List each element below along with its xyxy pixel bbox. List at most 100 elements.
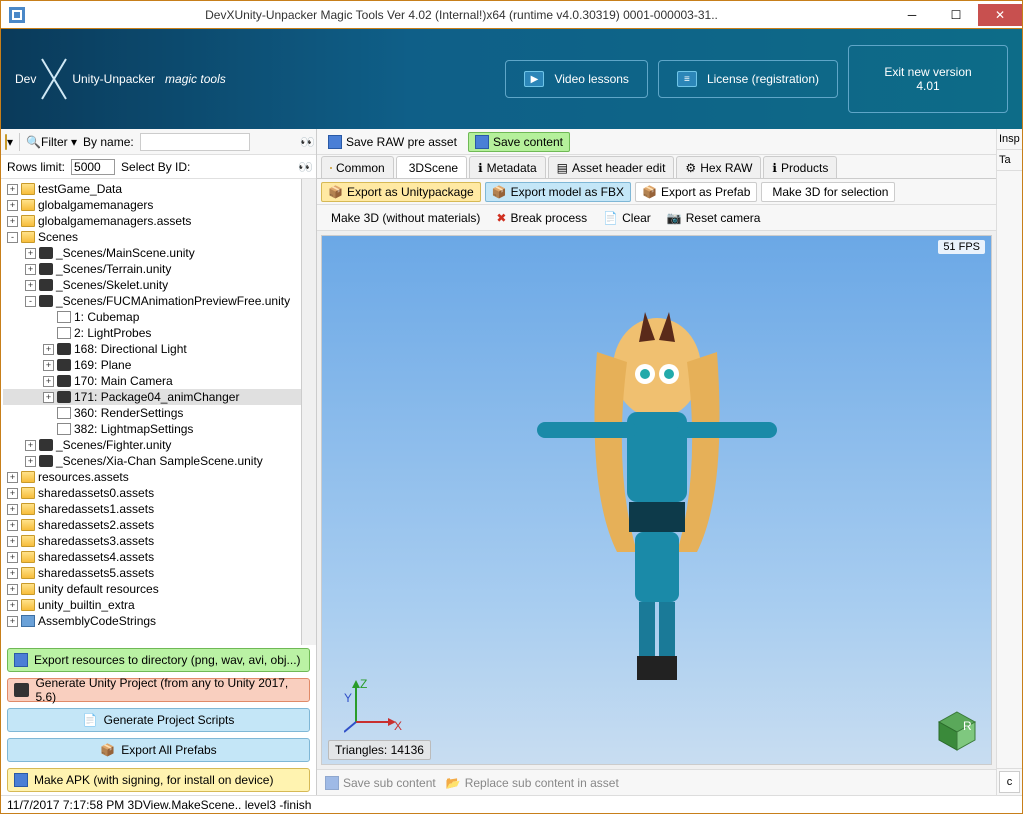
- tree-toggle[interactable]: +: [43, 392, 54, 403]
- export-resources-button[interactable]: Export resources to directory (png, wav,…: [7, 648, 310, 672]
- tree-node[interactable]: +sharedassets1.assets: [3, 501, 302, 517]
- make-apk-label: Make APK (with signing, for install on d…: [34, 773, 273, 787]
- tree-toggle[interactable]: +: [25, 280, 36, 291]
- tab-hex-raw[interactable]: ⚙Hex RAW: [676, 156, 761, 178]
- generate-unity-project-button[interactable]: Generate Unity Project (from any to Unit…: [7, 678, 310, 702]
- export-unitypackage-button[interactable]: 📦Export as Unitypackage: [321, 182, 481, 202]
- tree-node[interactable]: +testGame_Data: [3, 181, 302, 197]
- inspector-tab[interactable]: Insp: [997, 129, 1022, 150]
- ta-tab[interactable]: Ta: [997, 150, 1022, 171]
- tree-node[interactable]: +sharedassets3.assets: [3, 533, 302, 549]
- tree-node[interactable]: +168: Directional Light: [3, 341, 302, 357]
- maximize-button[interactable]: ☐: [934, 4, 978, 26]
- tree-node[interactable]: +_Scenes/Skelet.unity: [3, 277, 302, 293]
- tree-node[interactable]: 1: Cubemap: [3, 309, 302, 325]
- clear-button[interactable]: 📄Clear: [597, 208, 657, 228]
- filter-dropdown[interactable]: 🔍Filter ▾: [26, 135, 77, 149]
- tab-products[interactable]: ℹProducts: [763, 156, 837, 178]
- save-sub-content-button[interactable]: Save sub content: [325, 776, 436, 790]
- tree-toggle[interactable]: +: [43, 360, 54, 371]
- tree-node[interactable]: +unity_builtin_extra: [3, 597, 302, 613]
- tree-toggle[interactable]: +: [7, 616, 18, 627]
- tree-toggle[interactable]: +: [7, 536, 18, 547]
- tree-toggle[interactable]: +: [7, 552, 18, 563]
- tree-node[interactable]: +sharedassets0.assets: [3, 485, 302, 501]
- new-version-label: Exit new version: [884, 65, 971, 79]
- export-fbx-button[interactable]: 📦Export model as FBX: [485, 182, 631, 202]
- save-content-button[interactable]: Save content: [468, 132, 570, 152]
- generate-scripts-button[interactable]: 📄 Generate Project Scripts: [7, 708, 310, 732]
- tree-node[interactable]: +sharedassets5.assets: [3, 565, 302, 581]
- tab-common[interactable]: Common: [321, 156, 394, 178]
- tree-node[interactable]: -_Scenes/FUCMAnimationPreviewFree.unity: [3, 293, 302, 309]
- doc-icon: [57, 327, 71, 339]
- tree-node[interactable]: +170: Main Camera: [3, 373, 302, 389]
- tab-metadata[interactable]: ℹMetadata: [469, 156, 546, 178]
- close-button[interactable]: ✕: [978, 4, 1022, 26]
- tree-node[interactable]: +169: Plane: [3, 357, 302, 373]
- new-version-button[interactable]: Exit new version 4.01: [848, 45, 1008, 113]
- save-icon: [328, 135, 342, 149]
- tree-toggle[interactable]: +: [25, 456, 36, 467]
- tree-toggle[interactable]: +: [43, 344, 54, 355]
- make-3d-selection-button[interactable]: Make 3D for selection: [761, 182, 895, 202]
- search-icon[interactable]: 👀: [300, 135, 312, 149]
- tree-toggle[interactable]: +: [7, 600, 18, 611]
- make-3d-nomaterials-button[interactable]: Make 3D (without materials): [321, 208, 486, 228]
- tree-node[interactable]: 382: LightmapSettings: [3, 421, 302, 437]
- unity-icon: [39, 295, 53, 307]
- tree-node[interactable]: +unity default resources: [3, 581, 302, 597]
- tree-toggle[interactable]: +: [25, 248, 36, 259]
- tree-toggle[interactable]: +: [7, 200, 18, 211]
- minimize-button[interactable]: ─: [890, 4, 934, 26]
- tree-node[interactable]: +globalgamemanagers: [3, 197, 302, 213]
- search-id-icon[interactable]: 👀: [298, 160, 310, 174]
- asset-tree[interactable]: +testGame_Data+globalgamemanagers+global…: [1, 179, 316, 645]
- tree-toggle[interactable]: +: [7, 216, 18, 227]
- tree-node[interactable]: +resources.assets: [3, 469, 302, 485]
- license-button[interactable]: ≡ License (registration): [658, 60, 838, 98]
- replace-sub-content-button[interactable]: 📂Replace sub content in asset: [446, 776, 619, 790]
- tree-node[interactable]: +globalgamemanagers.assets: [3, 213, 302, 229]
- tree-toggle[interactable]: +: [7, 584, 18, 595]
- tree-node[interactable]: +171: Package04_animChanger: [3, 389, 302, 405]
- tree-toggle[interactable]: +: [7, 568, 18, 579]
- tree-node[interactable]: +sharedassets2.assets: [3, 517, 302, 533]
- make-apk-button[interactable]: Make APK (with signing, for install on d…: [7, 768, 310, 792]
- save-raw-button[interactable]: Save RAW pre asset: [321, 132, 464, 152]
- nav-cube[interactable]: R: [935, 708, 979, 752]
- tree-toggle[interactable]: +: [7, 184, 18, 195]
- 3d-viewport[interactable]: 51 FPS Triangles: 14136 Z Y X R: [321, 235, 992, 765]
- tree-node[interactable]: +AssemblyCodeStrings: [3, 613, 302, 629]
- reset-camera-button[interactable]: 📷Reset camera: [661, 208, 767, 228]
- tree-node[interactable]: -Scenes: [3, 229, 302, 245]
- tree-node[interactable]: +_Scenes/Fighter.unity: [3, 437, 302, 453]
- tree-node[interactable]: 2: LightProbes: [3, 325, 302, 341]
- tree-toggle[interactable]: +: [7, 472, 18, 483]
- tree-toggle[interactable]: +: [25, 264, 36, 275]
- break-process-button[interactable]: ✖Break process: [490, 208, 593, 228]
- tree-node[interactable]: +_Scenes/MainScene.unity: [3, 245, 302, 261]
- folder-icon: [21, 551, 35, 563]
- tree-node[interactable]: 360: RenderSettings: [3, 405, 302, 421]
- tab-asset-header[interactable]: ▤Asset header edit: [548, 156, 675, 178]
- export-prefabs-button[interactable]: 📦 Export All Prefabs: [7, 738, 310, 762]
- tree-toggle[interactable]: +: [43, 376, 54, 387]
- rows-limit-input[interactable]: [71, 159, 115, 175]
- tree-toggle[interactable]: -: [7, 232, 18, 243]
- folder-open-icon[interactable]: ▾: [5, 135, 13, 149]
- byname-input[interactable]: [140, 133, 250, 151]
- video-lessons-button[interactable]: ▶ Video lessons: [505, 60, 648, 98]
- tree-toggle[interactable]: +: [7, 520, 18, 531]
- c-button[interactable]: c: [999, 771, 1020, 793]
- tree-node[interactable]: +_Scenes/Xia-Chan SampleScene.unity: [3, 453, 302, 469]
- tree-node[interactable]: +_Scenes/Terrain.unity: [3, 261, 302, 277]
- tree-node[interactable]: +sharedassets4.assets: [3, 549, 302, 565]
- folder-icon: [21, 535, 35, 547]
- export-prefab-button[interactable]: 📦Export as Prefab: [635, 182, 757, 202]
- tree-toggle[interactable]: +: [25, 440, 36, 451]
- tab-3dscene[interactable]: 3DScene: [396, 156, 467, 178]
- tree-toggle[interactable]: +: [7, 488, 18, 499]
- tree-toggle[interactable]: -: [25, 296, 36, 307]
- tree-toggle[interactable]: +: [7, 504, 18, 515]
